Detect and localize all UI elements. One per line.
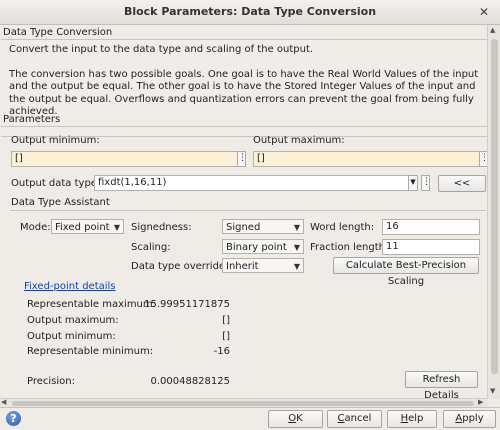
data-type-override-label: Data type override: (131, 261, 229, 272)
refresh-details-button[interactable]: Refresh Details (405, 371, 478, 401)
apply-label-rest: pply (462, 413, 484, 424)
word-length-field[interactable]: 16 (382, 219, 480, 235)
mode-select[interactable]: Fixed point ▼ (51, 219, 124, 234)
title-bar: Block Parameters: Data Type Conversion ✕ (0, 0, 500, 25)
scaling-select[interactable]: Binary point ▼ (222, 239, 304, 254)
horizontal-scroll-thumb[interactable] (12, 401, 474, 406)
assistant-divider (10, 210, 486, 211)
ok-button[interactable]: OK (268, 410, 323, 428)
data-type-override-value: Inherit (226, 261, 259, 272)
output-maximum-detail-value: [] (222, 315, 230, 326)
scroll-down-icon[interactable]: ▼ (490, 387, 495, 395)
window-title: Block Parameters: Data Type Conversion (123, 5, 377, 18)
parameters-group-title: Parameters (3, 114, 63, 125)
chevron-down-icon: ▼ (293, 262, 300, 271)
signedness-value: Signed (226, 222, 261, 233)
help-mnemonic: H (400, 413, 409, 424)
output-maximum-field[interactable]: [] (253, 151, 480, 167)
output-data-type-value: fixdt(1,16,11) (98, 177, 167, 188)
representable-maximum-value: 15.99951171875 (144, 299, 230, 310)
precision-value: 0.00048828125 (150, 376, 230, 387)
cancel-label-rest: ancel (344, 413, 372, 424)
help-label-rest: elp (408, 413, 424, 424)
scaling-label: Scaling: (131, 242, 171, 253)
help-button[interactable]: Help (387, 410, 437, 428)
vertical-scroll-thumb[interactable] (491, 39, 498, 374)
close-icon[interactable]: ✕ (478, 6, 490, 18)
output-minimum-label: Output minimum: (11, 135, 100, 146)
scaling-value: Binary point (226, 242, 287, 253)
output-maximum-label: Output maximum: (253, 135, 345, 146)
signedness-label: Signedness: (131, 222, 192, 233)
apply-button[interactable]: Apply (443, 410, 496, 428)
output-data-type-menu-icon[interactable]: ⋮ (421, 175, 431, 191)
signedness-select[interactable]: Signed ▼ (222, 219, 304, 234)
hide-assistant-button[interactable]: << (438, 175, 486, 192)
assistant-group-title: Data Type Assistant (11, 197, 112, 208)
ok-label-rest: K (296, 413, 303, 424)
description-group-title: Data Type Conversion (3, 27, 113, 38)
chevron-down-icon: ▼ (293, 223, 300, 232)
scroll-left-icon[interactable]: ◀ (1, 398, 6, 406)
calculate-best-precision-button[interactable]: Calculate Best-Precision Scaling (333, 257, 479, 287)
output-data-type-dropdown-icon[interactable]: ▼ (408, 175, 418, 191)
representable-minimum-value: -16 (213, 346, 230, 357)
parameters-divider (1, 126, 487, 127)
word-length-label: Word length: (310, 222, 375, 233)
output-maximum-detail-label: Output maximum: (27, 315, 119, 326)
output-minimum-detail-value: [] (222, 331, 230, 342)
description-line-2: The conversion has two possible goals. O… (9, 68, 479, 118)
data-type-override-select[interactable]: Inherit ▼ (222, 258, 304, 273)
vertical-scrollbar[interactable]: ▲ ▼ (487, 25, 500, 399)
fixed-point-details-link[interactable]: Fixed-point details (24, 281, 116, 292)
fraction-length-field[interactable]: 11 (382, 239, 480, 255)
chevron-down-icon: ▼ (293, 243, 300, 252)
cancel-mnemonic: C (337, 413, 345, 424)
output-minimum-menu-icon[interactable]: ⋮ (237, 151, 247, 167)
description-line-1: Convert the input to the data type and s… (9, 44, 314, 55)
output-minimum-field[interactable]: [] (11, 151, 238, 167)
description-panel: Convert the input to the data type and s… (1, 39, 487, 137)
help-icon[interactable]: ? (6, 411, 21, 426)
chevron-down-icon: ▼ (113, 223, 120, 232)
ok-mnemonic: O (288, 413, 297, 424)
cancel-button[interactable]: Cancel (327, 410, 382, 428)
output-minimum-detail-label: Output minimum: (27, 331, 116, 342)
output-data-type-combo[interactable]: fixdt(1,16,11) (94, 175, 411, 191)
output-data-type-label: Output data type: (11, 178, 101, 189)
fraction-length-label: Fraction length: (310, 242, 389, 253)
mode-value: Fixed point (55, 222, 110, 233)
scroll-up-icon[interactable]: ▲ (490, 26, 495, 34)
mode-label: Mode: (20, 222, 51, 233)
precision-label: Precision: (27, 376, 75, 387)
scroll-right-icon[interactable]: ▶ (478, 398, 483, 406)
